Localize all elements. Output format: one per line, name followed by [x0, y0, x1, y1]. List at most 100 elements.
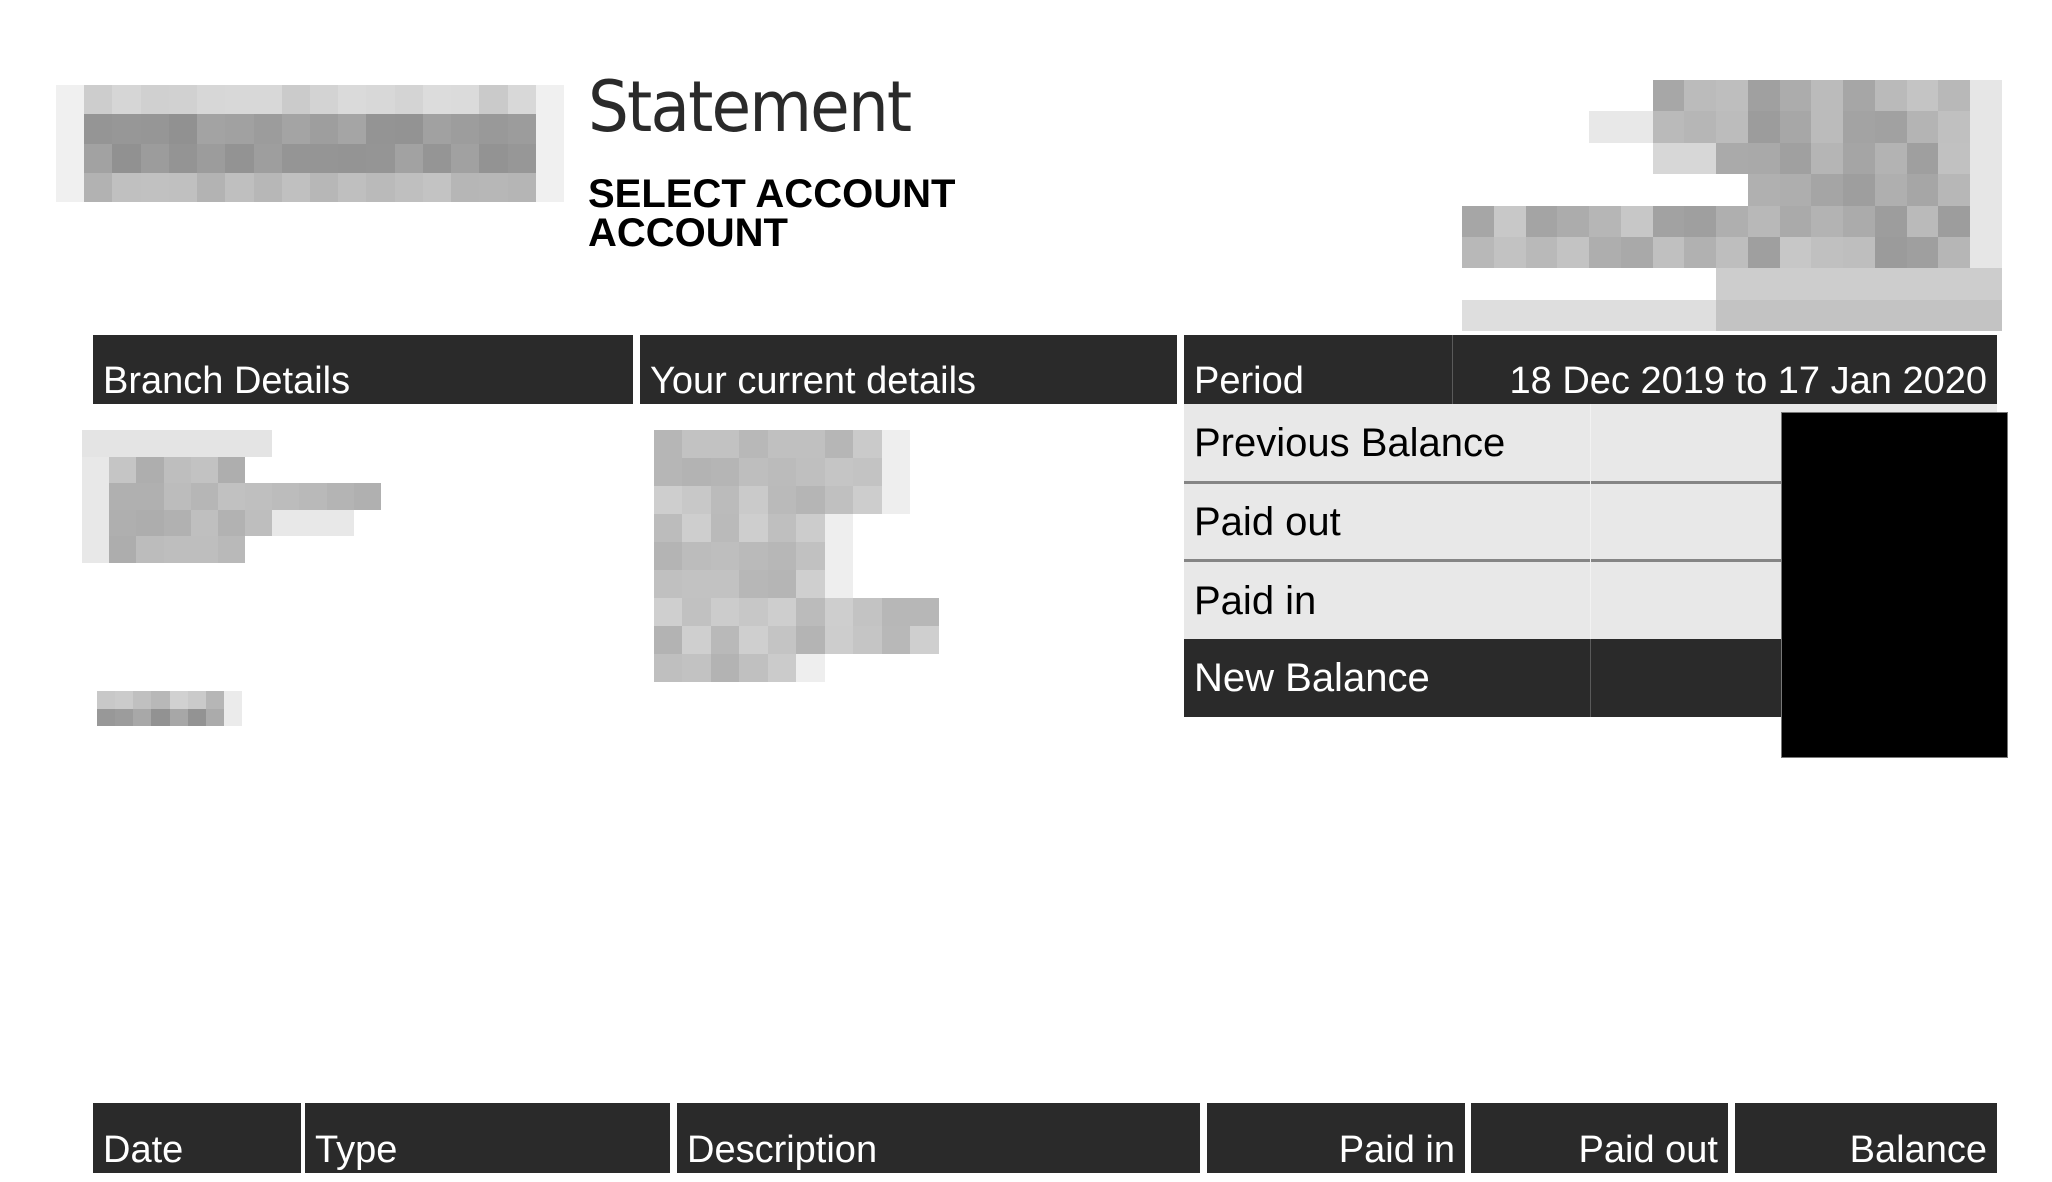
redaction-pixel	[824, 514, 854, 542]
redaction-pixel	[796, 598, 825, 626]
redaction-pixel	[1779, 205, 1812, 237]
redaction-pixel	[1906, 80, 1939, 112]
redaction-pixel	[882, 654, 910, 682]
redaction-pixel	[1652, 205, 1685, 237]
redaction-pixel	[169, 708, 188, 726]
redaction-pixel	[169, 691, 188, 709]
redaction-pixel	[1843, 142, 1875, 175]
redaction-pixel	[1747, 236, 1780, 269]
redaction-pixel	[112, 172, 141, 202]
redaction-pixel	[366, 114, 395, 144]
redaction-pixel	[682, 570, 711, 598]
redaction-pixel	[654, 654, 683, 682]
redaction-pixel	[796, 458, 825, 486]
redaction-pixel	[281, 143, 310, 173]
summary-column-divider	[1590, 639, 1591, 717]
redaction-pixel	[881, 598, 911, 626]
redaction-pixel	[853, 458, 882, 486]
redaction-pixel	[1874, 268, 1907, 300]
summary-label: Paid out	[1194, 499, 1341, 544]
redaction-pixel	[535, 172, 564, 202]
redaction-pixel	[1970, 111, 2002, 143]
redaction-pixel	[109, 456, 137, 484]
redaction-pixel	[197, 143, 226, 173]
redaction-pixel	[654, 570, 683, 598]
redaction-pixel	[1716, 174, 1748, 205]
redaction-pixel	[163, 483, 191, 510]
redaction-pixel	[479, 143, 508, 173]
redaction-pixel	[824, 458, 854, 486]
redaction-pixel	[354, 510, 381, 537]
redaction-pixel	[535, 143, 564, 173]
column-header-date: Date	[93, 1103, 301, 1173]
redaction-pixel	[115, 691, 134, 709]
redaction-pixel	[682, 542, 711, 570]
redaction-pixel	[910, 654, 938, 682]
redaction-pixel	[825, 654, 853, 682]
column-header-type: Type	[305, 1103, 670, 1173]
redaction-pixel	[1874, 205, 1907, 237]
redaction-pixel	[245, 536, 272, 563]
redaction-pixel	[190, 456, 218, 484]
period-label: Period	[1184, 335, 1452, 404]
redaction-pixel	[1716, 236, 1748, 269]
redaction-pixel	[1938, 205, 1971, 237]
redaction-pixel	[654, 542, 683, 570]
redaction-pixel	[338, 114, 367, 144]
redaction-pixel	[225, 172, 254, 202]
redaction-pixel	[394, 114, 423, 144]
redaction-pixel	[253, 143, 282, 173]
redaction-pixel	[1653, 174, 1685, 205]
redaction-pixel	[1811, 299, 1844, 331]
redaction-pixel	[1620, 236, 1653, 269]
redaction-pixel	[1621, 143, 1653, 174]
redaction-pixel	[422, 143, 452, 173]
redaction-pixel	[1970, 174, 2002, 206]
redaction-pixel	[1811, 236, 1844, 269]
redaction-pixel	[881, 430, 911, 458]
redaction-pixel	[1843, 299, 1875, 331]
redaction-pixel	[767, 626, 797, 654]
redaction-pixel	[422, 85, 452, 115]
redaction-pixel	[163, 536, 191, 563]
redaction-pixel	[1526, 268, 1558, 299]
redaction-pixel	[710, 654, 740, 682]
redaction-pixel	[796, 430, 825, 458]
redaction-pixel	[82, 456, 110, 484]
redaction-pixel	[281, 114, 310, 144]
redaction-pixel	[151, 691, 170, 709]
redaction-pixel	[56, 143, 85, 173]
summary-column-divider	[1590, 404, 1591, 639]
redaction-pixel	[217, 456, 246, 484]
redaction-pixel	[882, 542, 910, 570]
redaction-pixel	[223, 708, 242, 726]
redaction-pixel	[710, 542, 740, 570]
redaction-pixel	[1843, 174, 1875, 206]
redaction-pixel	[824, 542, 854, 570]
redaction-pixel	[354, 536, 381, 563]
branch-details-redacted	[82, 430, 381, 563]
redaction-pixel	[1462, 143, 1494, 174]
redaction-pixel	[197, 85, 226, 115]
redaction-pixel	[682, 430, 711, 458]
redaction-pixel	[1462, 111, 1494, 142]
redaction-pixel	[939, 598, 967, 626]
redaction-pixel	[1620, 111, 1653, 143]
redaction-pixel	[109, 509, 137, 537]
redaction-pixel	[507, 143, 536, 173]
redaction-pixel	[796, 514, 825, 542]
redaction-pixel	[190, 509, 218, 537]
redaction-pixel	[354, 430, 381, 457]
redaction-pixel	[910, 458, 938, 486]
redaction-pixel	[168, 172, 198, 202]
redaction-pixel	[1906, 268, 1939, 300]
redaction-pixel	[654, 486, 683, 514]
sort-code-redacted	[97, 691, 242, 726]
redaction-pixel	[1620, 299, 1653, 331]
redaction-pixel	[82, 509, 110, 537]
redaction-pixel	[253, 172, 282, 202]
redaction-pixel	[1970, 236, 2002, 269]
redaction-pixel	[882, 514, 910, 542]
redaction-pixel	[710, 626, 740, 654]
redaction-pixel	[205, 691, 224, 709]
